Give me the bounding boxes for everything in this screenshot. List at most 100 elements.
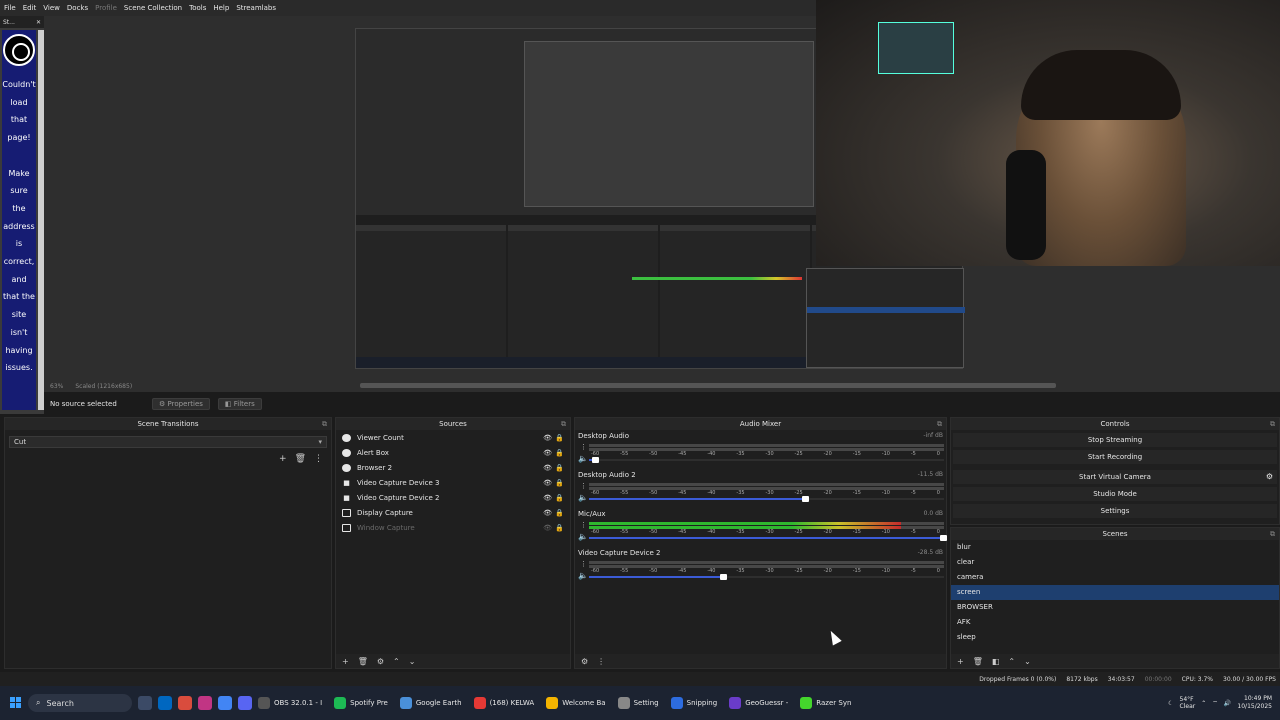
- source-item[interactable]: Alert Box 👁 🔒: [336, 445, 570, 460]
- lock-icon[interactable]: 🔒: [555, 464, 564, 472]
- chevron-up-icon[interactable]: ⌃: [1201, 700, 1206, 707]
- filters-button[interactable]: ◧ Filters: [217, 397, 262, 410]
- volume-knob[interactable]: [719, 574, 727, 580]
- add-icon[interactable]: +: [342, 657, 349, 666]
- instagram-icon[interactable]: [198, 696, 212, 710]
- scene-item[interactable]: BROWSER: [951, 600, 1279, 615]
- gear-icon[interactable]: ⚙: [1266, 470, 1273, 484]
- more-icon[interactable]: ⋮: [597, 657, 605, 666]
- muted-speaker-icon[interactable]: 🔈: [578, 454, 588, 463]
- source-item[interactable]: Window Capture 👁 🔒: [336, 520, 570, 535]
- volume-slider[interactable]: [589, 574, 944, 580]
- scene-item[interactable]: blur: [951, 540, 1279, 555]
- preview-hscrollbar[interactable]: [360, 383, 1056, 388]
- menu-scene-collection[interactable]: Scene Collection: [124, 4, 182, 12]
- stop-streaming-button[interactable]: Stop Streaming: [953, 433, 1277, 447]
- more-icon[interactable]: ⋮: [580, 443, 587, 451]
- menu-profile[interactable]: Profile: [95, 4, 117, 12]
- windows-start-icon[interactable]: [10, 697, 22, 709]
- float-icon[interactable]: ⧉: [561, 418, 566, 430]
- scene-item[interactable]: screen: [951, 585, 1279, 600]
- store-icon[interactable]: [158, 696, 172, 710]
- float-icon[interactable]: ⧉: [322, 418, 327, 430]
- scene-item[interactable]: camera: [951, 570, 1279, 585]
- volume-knob[interactable]: [592, 457, 600, 463]
- taskbar-app[interactable]: OBS 32.0.1 - I: [258, 697, 322, 709]
- start-virtual-camera-button[interactable]: Start Virtual Camera ⚙: [953, 470, 1277, 484]
- move-up-icon[interactable]: ⌃: [1008, 657, 1015, 666]
- task-view-icon[interactable]: [138, 696, 152, 710]
- taskbar-app[interactable]: GeoGuessr -: [729, 697, 788, 709]
- float-icon[interactable]: ⧉: [1270, 418, 1275, 430]
- muted-speaker-icon[interactable]: 🔈: [578, 493, 588, 502]
- eye-icon[interactable]: 👁: [543, 434, 552, 442]
- scene-item[interactable]: sleep: [951, 630, 1279, 645]
- close-icon[interactable]: ✕: [36, 19, 41, 26]
- muted-speaker-icon[interactable]: 🔈: [578, 571, 588, 580]
- eye-icon[interactable]: 👁: [543, 479, 552, 487]
- source-item[interactable]: Display Capture 👁 🔒: [336, 505, 570, 520]
- speaker-icon[interactable]: 🔈: [578, 532, 588, 541]
- source-item[interactable]: ■ Video Capture Device 3 👁 🔒: [336, 475, 570, 490]
- menu-file[interactable]: File: [4, 4, 16, 12]
- taskbar-search[interactable]: ⌕ Search: [28, 694, 132, 712]
- volume-slider[interactable]: [589, 496, 944, 502]
- eye-icon[interactable]: 👁: [543, 509, 552, 517]
- menu-help[interactable]: Help: [213, 4, 229, 12]
- menu-streamlabs[interactable]: Streamlabs: [236, 4, 276, 12]
- eye-hidden-icon[interactable]: 👁: [543, 524, 552, 532]
- add-icon[interactable]: +: [957, 657, 964, 666]
- taskbar-app[interactable]: Snipping: [670, 697, 717, 709]
- volume-slider[interactable]: [589, 457, 944, 463]
- source-item[interactable]: Browser 2 👁 🔒: [336, 460, 570, 475]
- trash-icon[interactable]: 🗑: [295, 454, 306, 464]
- lock-icon[interactable]: 🔒: [555, 434, 564, 442]
- trash-icon[interactable]: 🗑: [358, 657, 368, 666]
- eye-icon[interactable]: 👁: [543, 494, 552, 502]
- menu-tools[interactable]: Tools: [189, 4, 206, 12]
- more-icon[interactable]: ⋮: [580, 560, 587, 568]
- taskbar-app[interactable]: Welcome Ba: [546, 697, 606, 709]
- eye-icon[interactable]: 👁: [543, 449, 552, 457]
- trash-icon[interactable]: 🗑: [973, 657, 983, 666]
- more-icon[interactable]: ⋮: [580, 482, 587, 490]
- wifi-icon[interactable]: ⌔: [1212, 699, 1218, 707]
- filter-icon[interactable]: ◧: [992, 657, 1000, 666]
- chrome-icon[interactable]: [218, 696, 232, 710]
- volume-slider[interactable]: [589, 535, 947, 541]
- source-item[interactable]: ■ Video Capture Device 2 👁 🔒: [336, 490, 570, 505]
- lock-icon[interactable]: 🔒: [555, 524, 564, 532]
- move-down-icon[interactable]: ⌄: [409, 657, 416, 666]
- scene-item[interactable]: AFK: [951, 615, 1279, 630]
- more-icon[interactable]: ⋮: [314, 454, 323, 464]
- taskbar-app[interactable]: Google Earth: [399, 697, 462, 709]
- float-icon[interactable]: ⧉: [937, 418, 942, 430]
- studio-mode-button[interactable]: Studio Mode: [953, 487, 1277, 501]
- scene-item[interactable]: clear: [951, 555, 1279, 570]
- volume-knob[interactable]: [940, 535, 947, 541]
- transition-select[interactable]: Cut: [9, 436, 327, 448]
- menu-view[interactable]: View: [43, 4, 60, 12]
- lock-icon[interactable]: 🔒: [555, 479, 564, 487]
- properties-button[interactable]: ⚙ Properties: [152, 397, 210, 410]
- clock[interactable]: 10:49 PM 10/15/2025: [1237, 695, 1272, 711]
- taskbar-app[interactable]: Setting: [617, 697, 659, 709]
- start-recording-button[interactable]: Start Recording: [953, 450, 1277, 464]
- move-up-icon[interactable]: ⌃: [393, 657, 400, 666]
- browser-dock-scrollbar[interactable]: [38, 30, 44, 410]
- settings-button[interactable]: Settings: [953, 504, 1277, 518]
- app-icon[interactable]: [178, 696, 192, 710]
- taskbar-app[interactable]: Razer Syn: [800, 697, 851, 709]
- taskbar-app[interactable]: Spotify Pre: [334, 697, 388, 709]
- mixer-settings-icon[interactable]: ⚙: [581, 657, 588, 666]
- lock-icon[interactable]: 🔒: [555, 509, 564, 517]
- volume-icon[interactable]: 🔊: [1224, 700, 1231, 707]
- gear-icon[interactable]: ⚙: [377, 657, 384, 666]
- eye-icon[interactable]: 👁: [543, 464, 552, 472]
- float-icon[interactable]: ⧉: [1270, 528, 1275, 540]
- move-down-icon[interactable]: ⌄: [1024, 657, 1031, 666]
- lock-icon[interactable]: 🔒: [555, 449, 564, 457]
- volume-knob[interactable]: [801, 496, 809, 502]
- lock-icon[interactable]: 🔒: [555, 494, 564, 502]
- discord-icon[interactable]: [238, 696, 252, 710]
